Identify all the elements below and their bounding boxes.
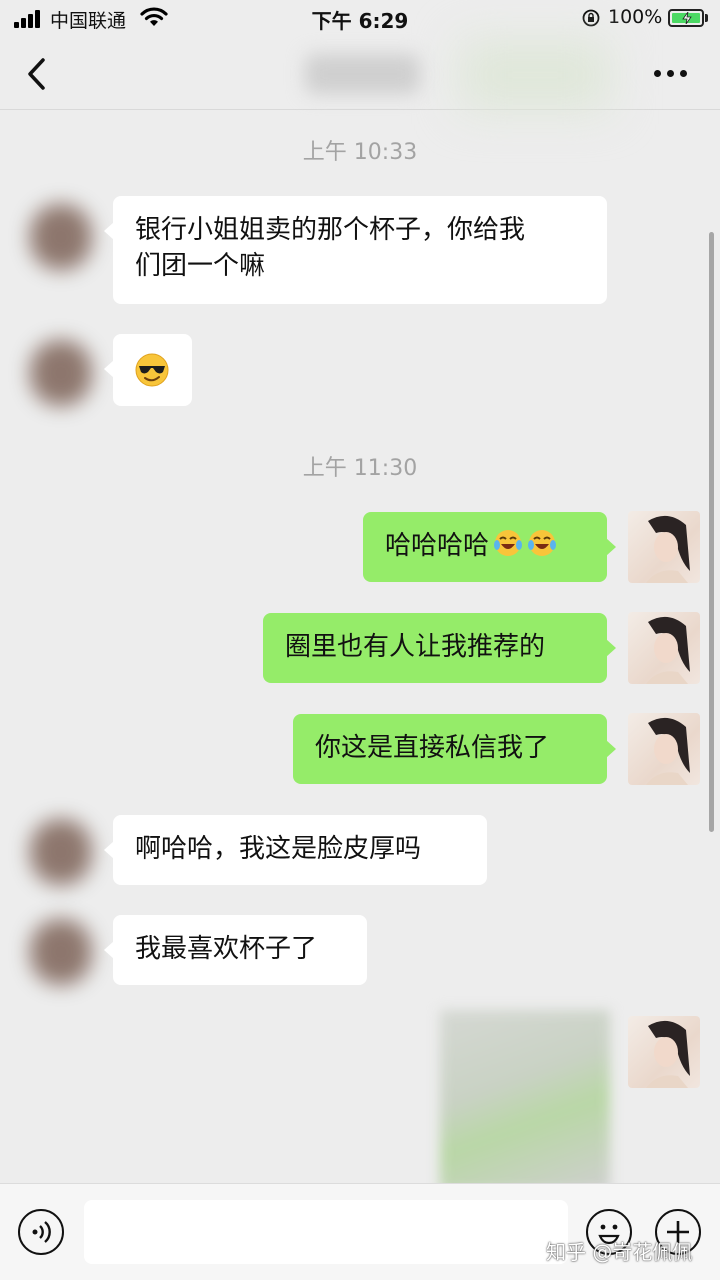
profile-photo (646, 616, 690, 684)
profile-photo (646, 515, 690, 583)
battery-icon (668, 9, 704, 27)
avatar-self[interactable] (628, 713, 700, 785)
sunglasses-emoji (135, 353, 169, 387)
profile-photo (646, 717, 690, 785)
message-bubble[interactable] (104, 334, 192, 406)
tears-of-joy-emoji (528, 530, 557, 556)
voice-icon[interactable] (18, 1209, 64, 1255)
avatar[interactable] (24, 915, 96, 987)
message-bubble[interactable]: 哈哈哈哈 (363, 512, 616, 582)
input-bar (0, 1183, 720, 1280)
message-bubble[interactable]: 我最喜欢杯子了 (104, 915, 367, 985)
message-text: 你这是直接私信我了 (315, 733, 550, 763)
avatar[interactable] (24, 200, 96, 272)
chevron-left-icon[interactable] (22, 54, 52, 94)
battery-nub (705, 14, 708, 22)
watermark: 知乎 @岢花佩佩 (546, 1240, 693, 1264)
message-bubble[interactable]: 银行小姐姐卖的那个杯子，你给我 们团一个嘛 (104, 196, 607, 304)
scrollbar[interactable] (709, 232, 714, 832)
avatar[interactable] (24, 815, 96, 887)
timestamp: 上午 10:33 (302, 140, 418, 165)
rotation-lock-icon (582, 9, 600, 27)
chat-header (0, 40, 720, 110)
message-text: 我最喜欢杯子了 (135, 934, 318, 964)
tears-of-joy-emoji (494, 530, 523, 556)
profile-photo (646, 1020, 690, 1088)
message-text: 银行小姐姐卖的那个杯子，你给我 们团一个嘛 (135, 215, 526, 281)
battery-percent: 100% (608, 6, 663, 28)
message-text: 哈哈哈哈 (385, 531, 490, 561)
message-text: 啊哈哈，我这是脸皮厚吗 (135, 834, 422, 864)
message-bubble[interactable]: 啊哈哈，我这是脸皮厚吗 (104, 815, 487, 885)
avatar[interactable] (24, 336, 96, 408)
contact-name-blurred (305, 54, 420, 94)
timestamp: 上午 11:30 (302, 456, 418, 481)
message-text: 圈里也有人让我推荐的 (285, 632, 546, 662)
message-input[interactable] (84, 1200, 568, 1264)
blurred-header-area (460, 40, 610, 110)
status-bar: 中国联通 下午 6:29 100% (0, 0, 720, 40)
message-bubble[interactable]: 你这是直接私信我了 (293, 714, 616, 784)
image-message-blurred[interactable] (440, 1010, 610, 1192)
avatar-self[interactable] (628, 511, 700, 583)
more-dots-icon[interactable] (654, 70, 688, 80)
message-bubble[interactable]: 圈里也有人让我推荐的 (263, 613, 616, 683)
avatar-self[interactable] (628, 612, 700, 684)
avatar-self[interactable] (628, 1016, 700, 1088)
